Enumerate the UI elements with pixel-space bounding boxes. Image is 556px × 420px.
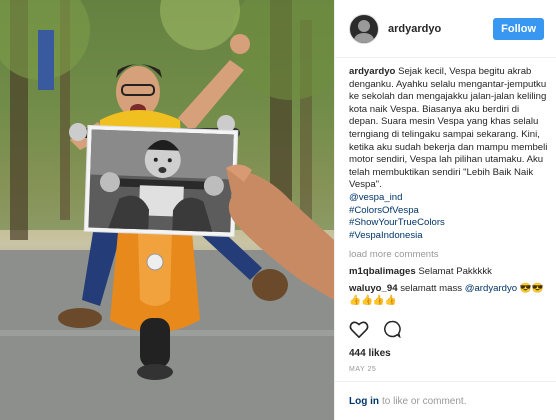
post-actions xyxy=(349,320,401,338)
hashtag-link[interactable]: #VespaIndonesia xyxy=(349,230,548,243)
post-photo xyxy=(0,0,334,420)
post-side-panel: ardyardyo Follow ardyardyo Sejak kecil, … xyxy=(334,0,556,420)
caption-text: Sejak kecil, Vespa begitu akrab denganku… xyxy=(349,66,548,191)
caption: ardyardyo Sejak kecil, Vespa begitu akra… xyxy=(349,66,548,192)
comment-bubble-icon[interactable] xyxy=(383,320,401,338)
username-link[interactable]: ardyardyo xyxy=(388,23,493,35)
load-more-comments-link[interactable]: load more comments xyxy=(349,249,548,262)
caption-username[interactable]: ardyardyo xyxy=(349,66,395,77)
comments-section: ardyardyo Sejak kecil, Vespa begitu akra… xyxy=(349,66,548,310)
post-header: ardyardyo Follow xyxy=(335,0,556,58)
login-footer: Log in to like or comment. xyxy=(335,381,556,420)
avatar[interactable] xyxy=(349,13,379,44)
comment-text: selamatt mass xyxy=(400,282,463,294)
heart-icon[interactable] xyxy=(349,320,369,338)
comment-item: waluyo_94 selamatt mass @ardyardyo 😎😎👍👍👍… xyxy=(349,283,548,308)
comment-text: Selamat Pakkkkk xyxy=(418,265,492,277)
comment-item: m1qbalimages Selamat Pakkkkk xyxy=(349,266,548,279)
mention-link[interactable]: @ardyardyo xyxy=(465,283,517,294)
login-link[interactable]: Log in xyxy=(349,396,379,407)
follow-button[interactable]: Follow xyxy=(493,17,544,40)
footer-text: to like or comment. xyxy=(382,395,467,407)
comment-username[interactable]: m1qbalimages xyxy=(349,266,416,277)
likes-count[interactable]: 444 likes xyxy=(349,348,391,359)
vespa-photo-illustration xyxy=(0,0,334,420)
hashtag-link[interactable]: #ShowYourTrueColors xyxy=(349,217,548,230)
hashtag-link[interactable]: #ColorsOfVespa xyxy=(349,205,548,218)
tag-link[interactable]: @vespa_ind xyxy=(349,192,548,205)
post-date: MAY 25 xyxy=(349,366,377,373)
comment-username[interactable]: waluyo_94 xyxy=(349,283,398,294)
